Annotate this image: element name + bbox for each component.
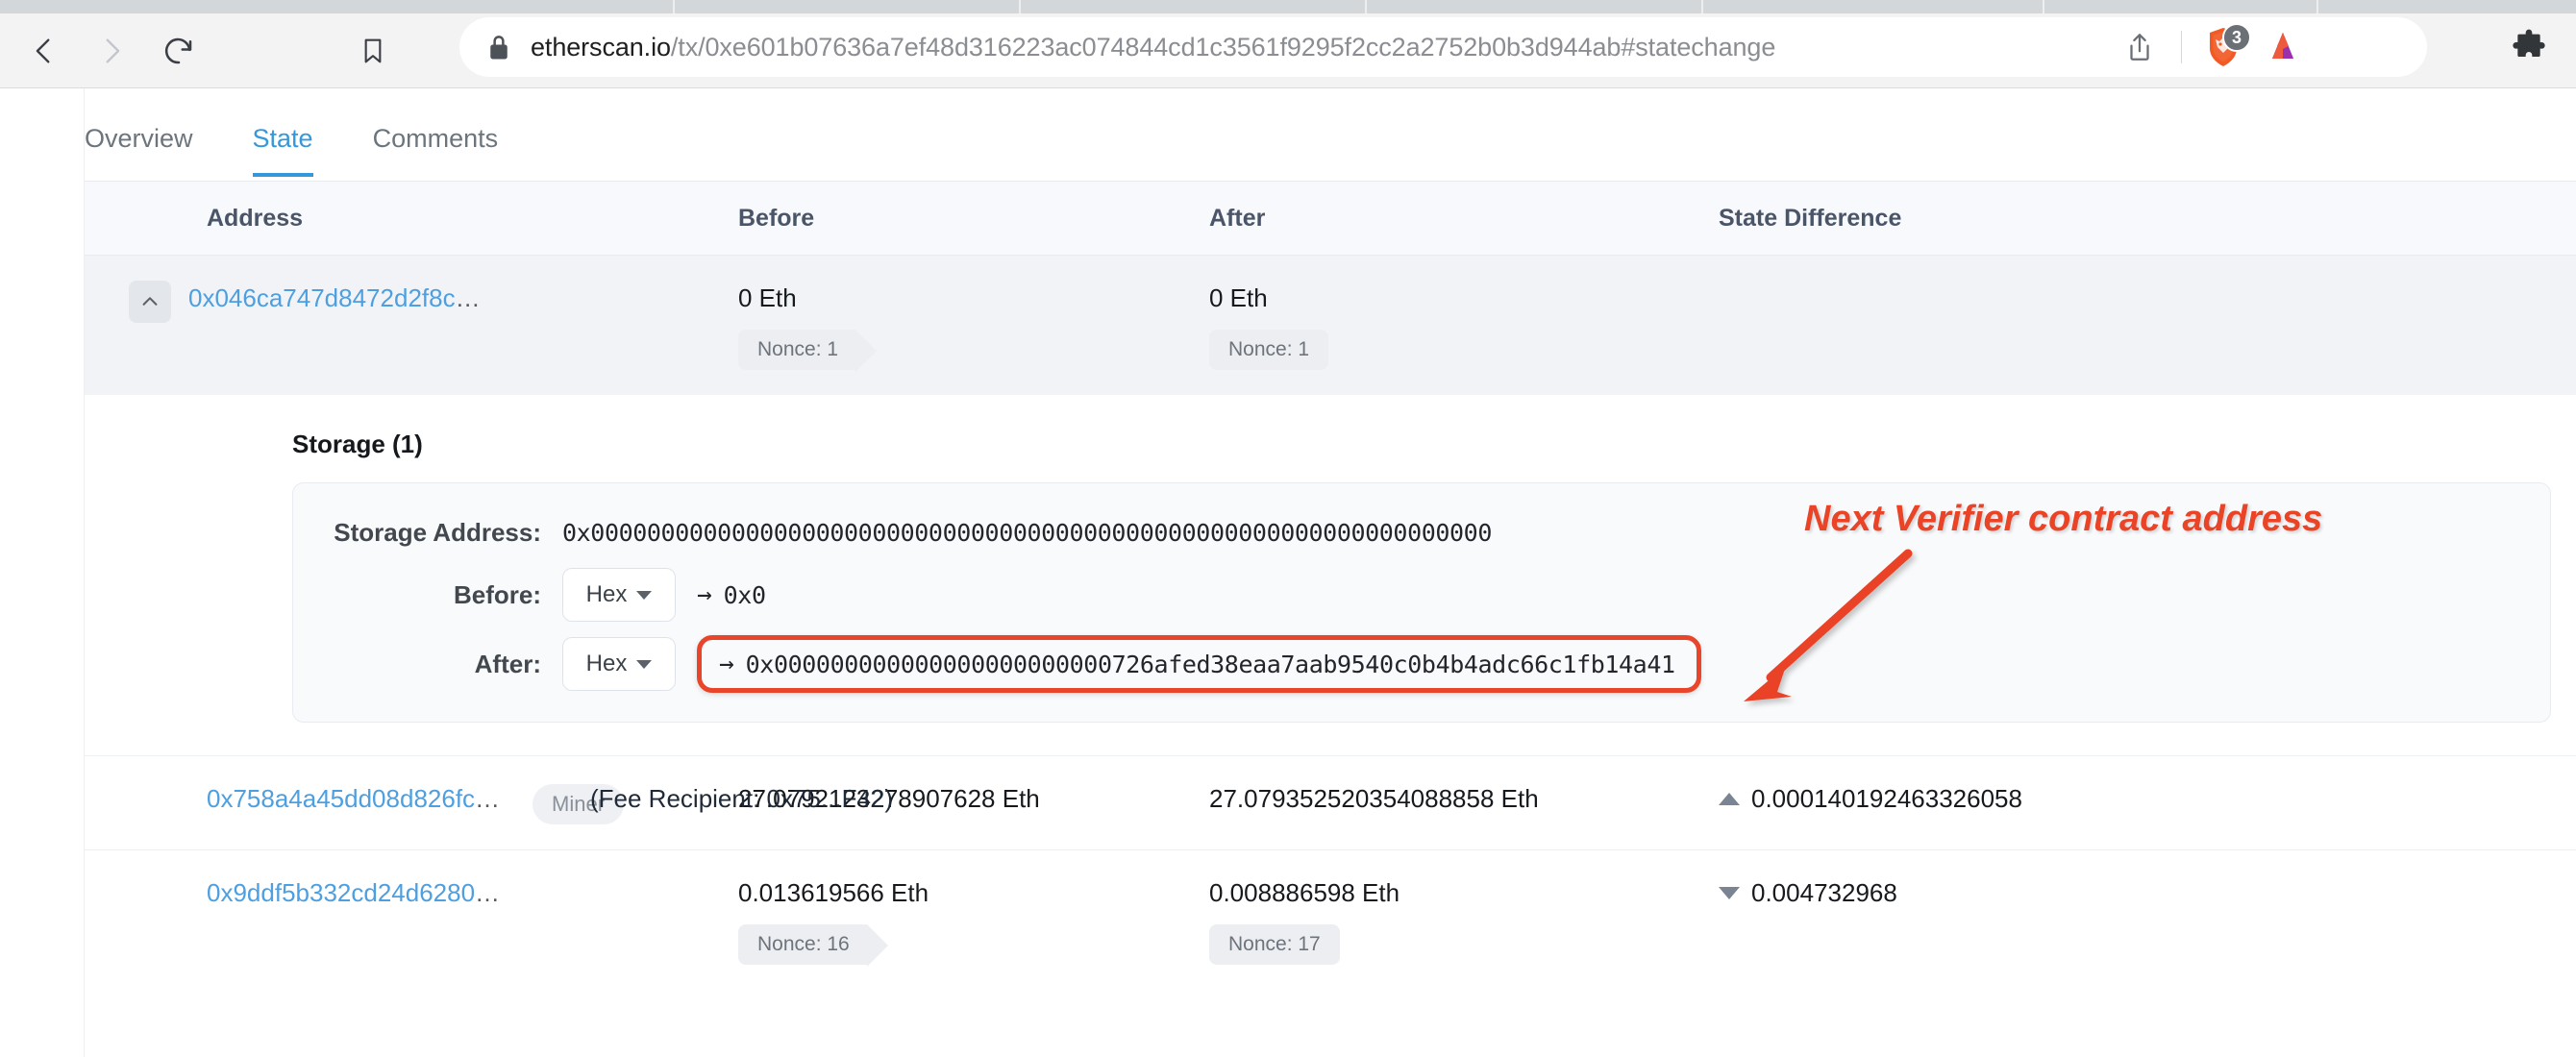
annotation-label: Next Verifier contract address bbox=[1804, 499, 2323, 539]
difference-value: 0.000140192463326058 bbox=[1751, 784, 2022, 813]
share-upload-icon bbox=[2130, 34, 2149, 61]
fee-recipient-note: (Fee Recipient: 0x75...F42) bbox=[590, 784, 894, 813]
toolbar-divider bbox=[2181, 31, 2182, 63]
before-format-value: Hex bbox=[585, 581, 628, 607]
browser-toolbar: etherscan.io/tx/0xe601b07636a7ef48d31622… bbox=[0, 0, 2576, 88]
storage-address-value: 0x00000000000000000000000000000000000000… bbox=[562, 518, 1492, 547]
bookmark-icon bbox=[364, 38, 382, 63]
difference-cell: 0.000140192463326058 bbox=[1719, 784, 2315, 814]
after-value: 0.008886598 Eth bbox=[1209, 878, 1400, 907]
before-format-select[interactable]: Hex bbox=[562, 568, 676, 622]
address-link[interactable]: 0x9ddf5b332cd24d6280… bbox=[207, 878, 500, 908]
before-nonce-badge: Nonce: 1 bbox=[738, 330, 878, 372]
address-cell: 0x046ca747d8472d2f8c… bbox=[85, 281, 738, 323]
storage-title: Storage (1) bbox=[292, 430, 423, 458]
before-arrow-icon: → bbox=[697, 580, 712, 609]
before-nonce-badge: Nonce: 16 bbox=[738, 924, 888, 967]
tab-comments[interactable]: Comments bbox=[373, 124, 499, 177]
column-header-after: After bbox=[1209, 204, 1266, 232]
page-content: Overview State Comments Address Before A… bbox=[0, 88, 2576, 1057]
after-value: 0 Eth bbox=[1209, 283, 1268, 312]
extensions-button[interactable] bbox=[2499, 17, 2559, 77]
forward-arrow-icon bbox=[106, 38, 120, 63]
address-ellipsis: … bbox=[475, 784, 501, 813]
after-nonce-badge: Nonce: 1 bbox=[1209, 330, 1329, 370]
difference-cell: 0.004732968 bbox=[1719, 878, 2315, 908]
address-bar[interactable]: etherscan.io/tx/0xe601b07636a7ef48d31622… bbox=[459, 17, 2195, 77]
triangle-down-icon bbox=[1719, 887, 1740, 899]
left-gutter bbox=[0, 88, 85, 1057]
difference-value: 0.004732968 bbox=[1751, 878, 1897, 907]
storage-before-label: Before: bbox=[453, 579, 541, 609]
chevron-down-icon bbox=[636, 590, 653, 600]
lock-icon bbox=[486, 33, 511, 61]
storage-before-row: Before: Hex → 0x0 bbox=[293, 568, 2550, 622]
puzzle-piece-extensions-icon bbox=[2513, 29, 2545, 57]
reload-button[interactable] bbox=[152, 24, 206, 78]
page-tabs: Overview State Comments bbox=[85, 88, 2576, 177]
after-arrow-icon: → bbox=[719, 650, 734, 678]
brave-shields-button[interactable]: 3 bbox=[2193, 17, 2253, 77]
back-arrow-icon bbox=[36, 38, 50, 63]
table-row: 0x758a4a45dd08d826fc… Miner (Fee Recipie… bbox=[85, 755, 2576, 849]
after-value-highlight-box: → 0x000000000000000000000000726afed38eaa… bbox=[697, 635, 1701, 693]
tab-overview[interactable]: Overview bbox=[85, 124, 193, 177]
address-link[interactable]: 0x046ca747d8472d2f8c… bbox=[188, 283, 481, 313]
address-text: 0x046ca747d8472d2f8c bbox=[188, 283, 456, 312]
url-host: etherscan.io bbox=[531, 32, 671, 61]
before-cell: 0.013619566 Eth Nonce: 16 bbox=[738, 878, 1209, 967]
before-value: 0 Eth bbox=[738, 283, 797, 312]
chevron-up-icon bbox=[142, 297, 158, 306]
chevron-down-icon bbox=[636, 659, 653, 669]
column-header-difference: State Difference bbox=[1719, 204, 1902, 232]
after-cell: 0.008886598 Eth Nonce: 17 bbox=[1209, 878, 1719, 965]
storage-section: Storage (1) Storage Address: 0x000000000… bbox=[85, 395, 2576, 723]
url-text: etherscan.io/tx/0xe601b07636a7ef48d31622… bbox=[531, 33, 1775, 62]
triangle-up-icon bbox=[1719, 793, 1740, 805]
after-format-value: Hex bbox=[585, 651, 628, 676]
storage-after-label: After: bbox=[474, 649, 541, 678]
omnibox-actions: 3 bbox=[2110, 17, 2427, 77]
shields-count-badge: 3 bbox=[2222, 23, 2251, 52]
state-change-table: Address Before After State Difference 0x… bbox=[85, 181, 2576, 990]
storage-after-value: 0x000000000000000000000000726afed38eaa7a… bbox=[745, 650, 1675, 678]
forward-button[interactable] bbox=[85, 24, 138, 78]
address-text: 0x758a4a45dd08d826fc bbox=[207, 784, 476, 813]
after-cell: 27.079352520354088858 Eth bbox=[1209, 784, 1719, 814]
column-header-address: Address bbox=[207, 204, 304, 232]
before-value: 0.013619566 Eth bbox=[738, 878, 929, 907]
difference-decrease: 0.004732968 bbox=[1719, 878, 2315, 908]
storage-after-row: After: Hex → 0x0000000000000000000000007… bbox=[293, 635, 2550, 693]
storage-address-label: Storage Address: bbox=[334, 517, 541, 547]
bookmark-button[interactable] bbox=[346, 13, 400, 88]
address-ellipsis: … bbox=[475, 878, 501, 907]
address-text: 0x9ddf5b332cd24d6280 bbox=[207, 878, 476, 907]
tab-strip bbox=[0, 0, 2576, 13]
share-button[interactable] bbox=[2110, 17, 2169, 77]
back-button[interactable] bbox=[17, 24, 71, 78]
brave-rewards-button[interactable] bbox=[2253, 17, 2313, 77]
address-ellipsis: … bbox=[455, 283, 481, 312]
table-row: 0x046ca747d8472d2f8c… 0 Eth Nonce: 1 0 E… bbox=[85, 256, 2576, 395]
collapse-row-button[interactable] bbox=[129, 281, 171, 323]
after-format-select[interactable]: Hex bbox=[562, 637, 676, 691]
after-value: 27.079352520354088858 Eth bbox=[1209, 784, 1539, 813]
difference-increase: 0.000140192463326058 bbox=[1719, 784, 2315, 814]
storage-before-value: 0x0 bbox=[723, 580, 766, 609]
before-cell: 0 Eth Nonce: 1 bbox=[738, 283, 1209, 372]
reload-icon bbox=[164, 37, 192, 64]
address-link[interactable]: 0x758a4a45dd08d826fc… bbox=[207, 784, 500, 814]
table-row: 0x9ddf5b332cd24d6280… 0.013619566 Eth No… bbox=[85, 849, 2576, 990]
tab-state[interactable]: State bbox=[252, 124, 313, 177]
after-cell: 0 Eth Nonce: 1 bbox=[1209, 283, 1719, 370]
address-cell: 0x9ddf5b332cd24d6280… bbox=[85, 878, 738, 908]
after-nonce-badge: Nonce: 17 bbox=[1209, 924, 1340, 965]
table-header-row: Address Before After State Difference bbox=[85, 181, 2576, 256]
url-path: /tx/0xe601b07636a7ef48d316223ac074844cd1… bbox=[670, 32, 1776, 61]
column-header-before: Before bbox=[738, 204, 815, 232]
brave-rewards-bat-triangle-icon bbox=[2272, 33, 2293, 59]
